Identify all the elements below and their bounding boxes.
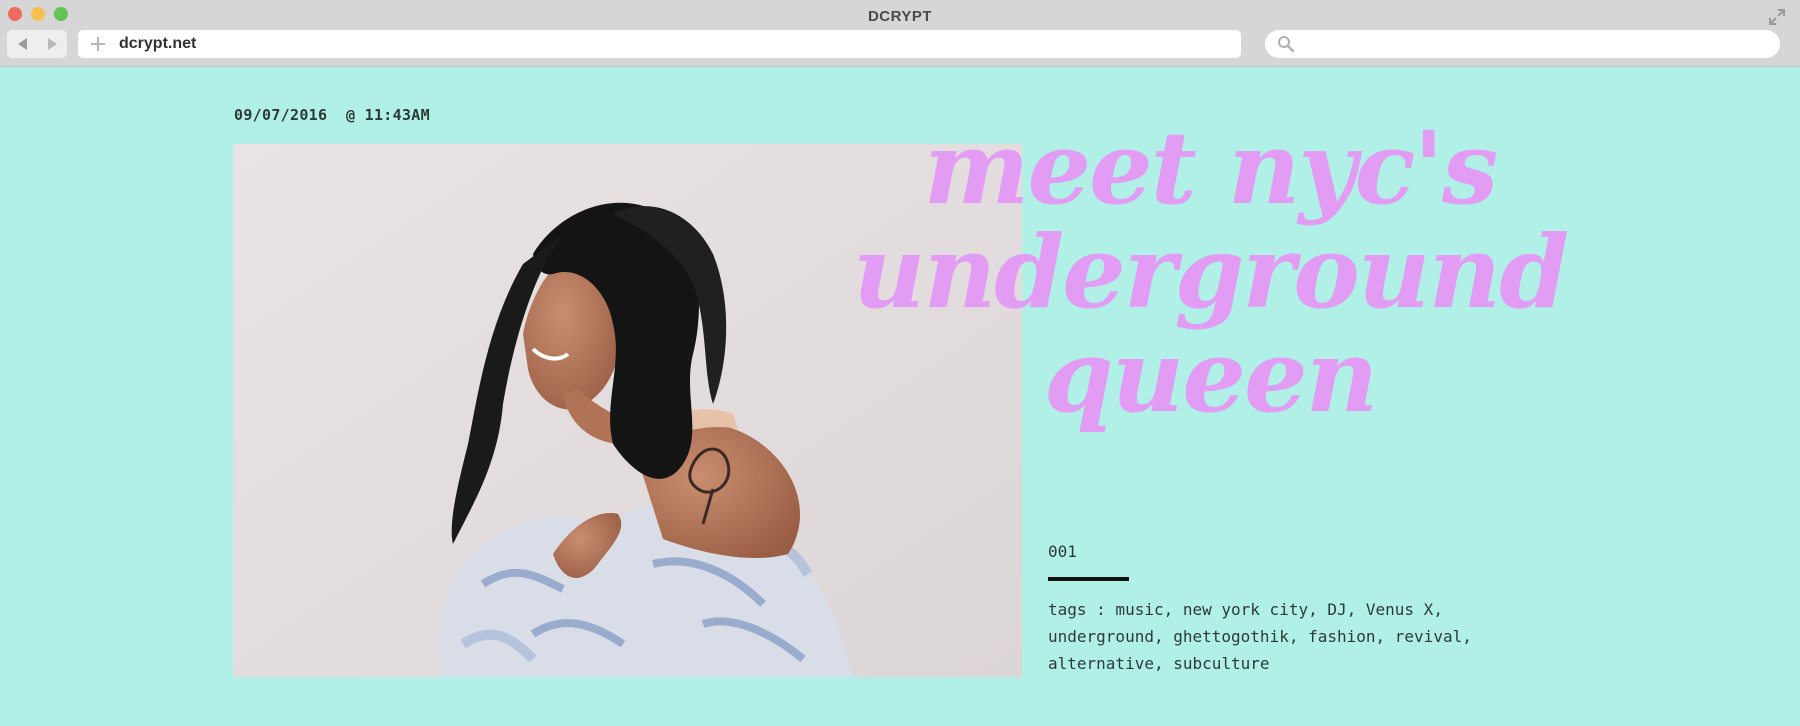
- article-tags: tags : music, new york city, DJ, Venus X…: [1048, 600, 1472, 673]
- search-input[interactable]: [1303, 32, 1780, 56]
- post-time: @ 11:43AM: [345, 106, 430, 124]
- post-date: 09/07/2016: [234, 106, 328, 124]
- post-timestamp: 09/07/2016 @ 11:43AM: [234, 106, 430, 124]
- divider: [1048, 577, 1129, 581]
- headline-line-2: underground queen: [852, 213, 1569, 435]
- article-headline[interactable]: meet nyc's underground queen: [790, 116, 1630, 428]
- window-title: DCRYPT: [867, 8, 933, 25]
- address-bar[interactable]: dcrypt.net: [78, 30, 1241, 58]
- back-arrow-icon[interactable]: [17, 38, 27, 50]
- headline-line-1: meet nyc's: [923, 109, 1499, 227]
- issue-number: 001: [1048, 542, 1077, 561]
- search-icon: [1278, 36, 1295, 53]
- browser-toolbar: DCRYPT dcrypt.net: [0, 0, 1800, 67]
- search-bar[interactable]: [1265, 30, 1780, 58]
- new-tab-plus-icon[interactable]: [90, 36, 106, 52]
- history-nav: [7, 30, 67, 58]
- forward-arrow-icon[interactable]: [47, 38, 57, 50]
- url-text[interactable]: dcrypt.net: [119, 35, 196, 53]
- fullscreen-icon[interactable]: [1768, 8, 1786, 26]
